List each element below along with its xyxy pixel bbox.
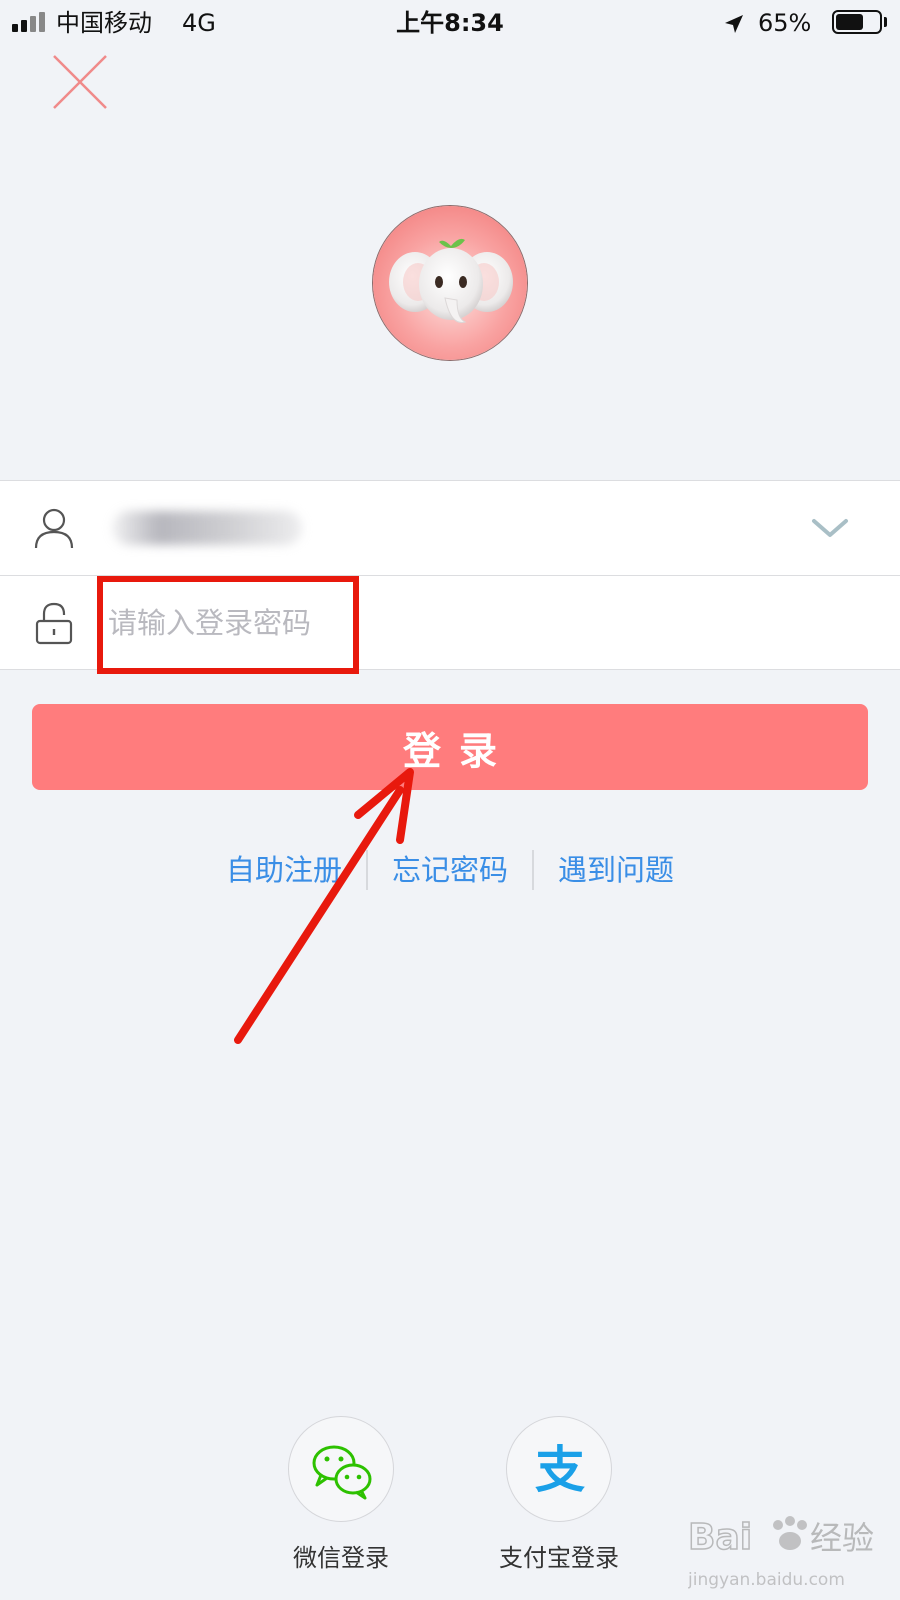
battery-cap [884,17,887,27]
chevron-down-icon[interactable] [810,511,850,545]
battery-level [836,14,863,30]
login-button[interactable]: 登录 [32,704,868,790]
elephant-mascot-icon [373,206,527,360]
alipay-icon: 支 [535,1441,585,1499]
username-value[interactable]: •••••••• [112,511,302,545]
login-form: •••••••• [0,480,900,670]
forgot-password-link[interactable]: 忘记密码 [368,850,532,890]
password-input[interactable] [108,598,708,648]
user-icon [34,508,74,549]
baidu-watermark-logo: Bai 经验 jingyan.baidu.com [688,1516,874,1590]
close-icon [53,55,107,109]
location-arrow-icon [725,15,743,33]
battery-icon [832,10,882,34]
wechat-icon [312,1445,372,1500]
alipay-login-button[interactable]: 支 [506,1416,612,1522]
auxiliary-links: 自助注册 忘记密码 遇到问题 [0,850,900,902]
svg-text:Bai: Bai [688,1517,752,1558]
help-link[interactable]: 遇到问题 [534,850,698,890]
annotation-arrow-icon [234,768,414,1044]
status-bar: 中国移动 4G 上午8:34 65% [0,0,900,46]
app-logo-avatar [372,205,528,361]
lock-icon [35,602,73,645]
username-row[interactable]: •••••••• [0,481,900,575]
alipay-glyph: 支 [535,1441,585,1499]
alipay-login-label: 支付宝登录 [499,1544,619,1572]
svg-text:jingyan.baidu.com: jingyan.baidu.com [688,1570,845,1590]
battery-percent: 65% [758,9,812,37]
wechat-login-button[interactable] [288,1416,394,1522]
svg-text:经验: 经验 [810,1519,874,1557]
register-link[interactable]: 自助注册 [202,850,366,890]
close-button[interactable] [48,50,112,114]
wechat-login-label: 微信登录 [293,1544,389,1572]
password-row[interactable] [0,576,900,670]
